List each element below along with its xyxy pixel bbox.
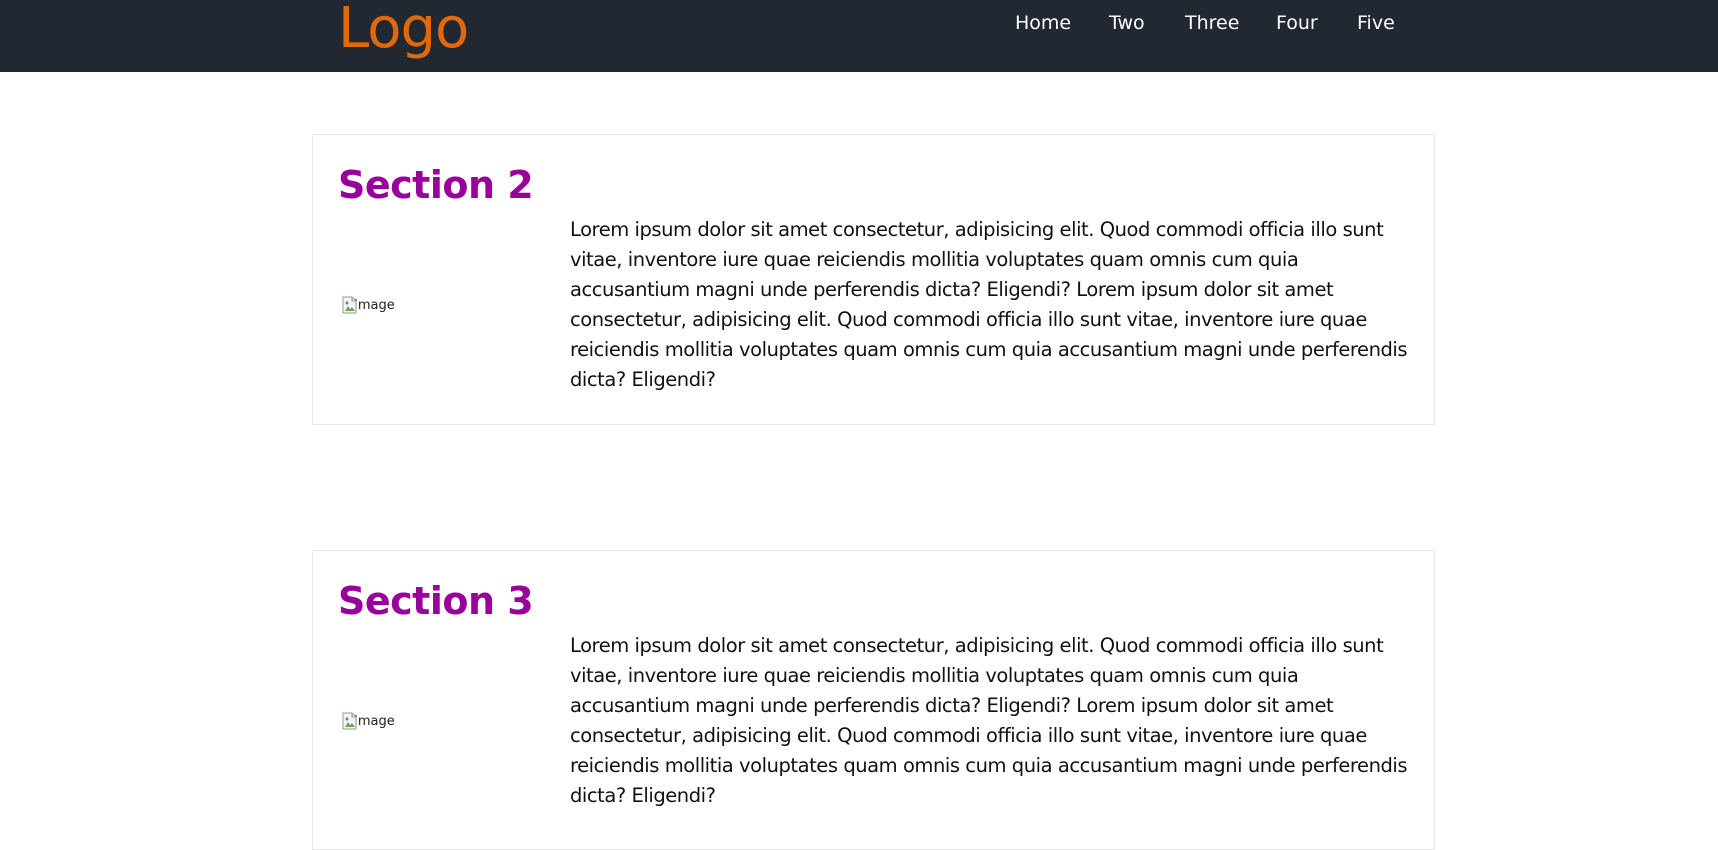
broken-image-icon xyxy=(342,712,358,730)
image-alt-text: Image xyxy=(354,297,395,313)
top-navbar: Logo Home Two Three Four Five xyxy=(0,0,1718,72)
section-body-text: Lorem ipsum dolor sit amet consectetur, … xyxy=(570,218,1408,391)
nav-link-two[interactable]: Two xyxy=(1109,12,1145,34)
section-body-text: Lorem ipsum dolor sit amet consectetur, … xyxy=(570,634,1408,807)
logo[interactable]: Logo xyxy=(338,0,469,64)
nav-link-home[interactable]: Home xyxy=(1015,12,1071,34)
nav-link-four[interactable]: Four xyxy=(1276,12,1318,34)
section-image: Image xyxy=(342,295,472,315)
nav-link-five[interactable]: Five xyxy=(1357,12,1395,34)
nav-link-three[interactable]: Three xyxy=(1185,12,1239,34)
section-image: Image xyxy=(342,711,472,731)
section-card-3: Section 3 Image Lorem ipsum dolor sit am… xyxy=(312,550,1435,850)
image-alt-text: Image xyxy=(354,713,395,729)
broken-image-icon xyxy=(342,296,358,314)
section-card-2: Section 2 Image Lorem ipsum dolor sit am… xyxy=(312,134,1435,425)
section-title: Section 3 xyxy=(338,579,534,623)
section-title: Section 2 xyxy=(338,163,534,207)
